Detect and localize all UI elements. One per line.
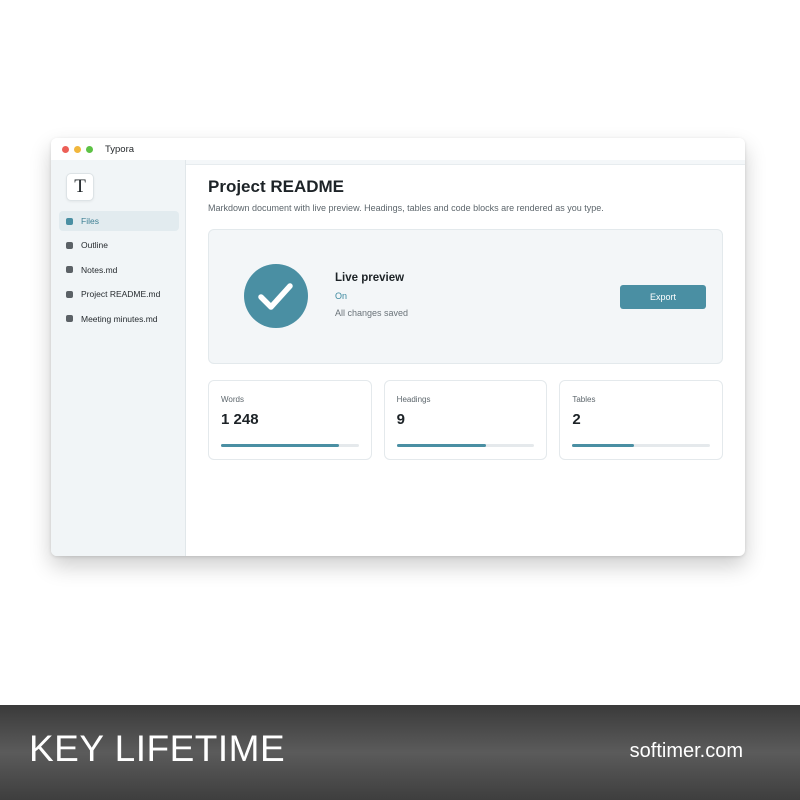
maximize-window-button[interactable] <box>86 145 93 153</box>
sidebar-item-label: Project README.md <box>81 289 161 300</box>
stats-row: Words 1 248 Headings 9 Tables 2 <box>208 380 724 460</box>
banner-title: KEY LIFETIME <box>29 728 286 769</box>
stat-progress-track <box>221 444 359 447</box>
promo-banner: KEY LIFETIME softimer.com <box>0 705 800 800</box>
bullet-icon <box>66 315 73 323</box>
banner-site-link[interactable]: softimer.com <box>630 740 743 763</box>
live-preview-status: On <box>335 291 348 301</box>
app-title: Typora <box>105 143 135 155</box>
stat-card-headings: Headings 9 <box>383 380 548 460</box>
bullet-icon <box>66 241 73 249</box>
stat-value: 1 248 <box>221 411 259 428</box>
title-bar: Typora <box>51 138 745 160</box>
sidebar-item-files[interactable]: Files <box>59 211 179 231</box>
check-icon <box>244 264 308 328</box>
sidebar: T Files Outline Notes.md Project README.… <box>51 160 186 556</box>
sidebar-item-label: Meeting minutes.md <box>81 313 158 324</box>
stat-label: Words <box>221 395 244 404</box>
stat-progress-track <box>572 444 711 447</box>
stat-card-words: Words 1 248 <box>208 380 372 460</box>
stat-label: Tables <box>572 395 596 404</box>
stat-value: 9 <box>396 411 406 428</box>
minimize-window-button[interactable] <box>74 145 81 153</box>
page-title: Project README <box>208 177 345 196</box>
stat-value: 2 <box>572 411 581 428</box>
sidebar-item-label: Outline <box>81 240 108 251</box>
stat-progress-fill <box>572 444 635 447</box>
stat-progress-fill <box>396 444 487 447</box>
bullet-icon <box>66 290 73 298</box>
live-preview-title: Live preview <box>335 272 405 284</box>
sidebar-item-notes[interactable]: Notes.md <box>59 260 179 280</box>
bullet-icon <box>66 217 73 225</box>
live-preview-text: Live preview On All changes saved <box>335 272 408 318</box>
sidebar-item-outline[interactable]: Outline <box>59 235 179 255</box>
live-preview-card: Live preview On All changes saved Export <box>208 229 723 364</box>
main-content: Project README Markdown document with li… <box>208 177 724 460</box>
stat-card-tables: Tables 2 <box>559 380 724 460</box>
sidebar-item-meeting-minutes[interactable]: Meeting minutes.md <box>59 309 179 329</box>
window-controls <box>62 145 93 153</box>
sidebar-item-label: Notes.md <box>81 264 118 275</box>
sidebar-nav: Files Outline Notes.md Project README.md… <box>59 211 179 333</box>
page-subtitle: Markdown document with live preview. Hea… <box>208 203 604 213</box>
bullet-icon <box>66 266 73 274</box>
app-window: Typora T Files Outline Notes.md Project … <box>51 138 745 556</box>
export-button[interactable]: Export <box>620 285 706 309</box>
stat-progress-track <box>396 444 535 447</box>
sidebar-item-project-readme[interactable]: Project README.md <box>59 284 179 304</box>
sidebar-item-label: Files <box>81 216 99 226</box>
app-logo: T <box>66 173 94 201</box>
save-status-note: All changes saved <box>335 308 409 318</box>
close-window-button[interactable] <box>62 145 69 153</box>
stat-label: Headings <box>396 395 431 404</box>
stat-progress-fill <box>221 444 340 447</box>
toolbar-strip <box>186 160 745 165</box>
